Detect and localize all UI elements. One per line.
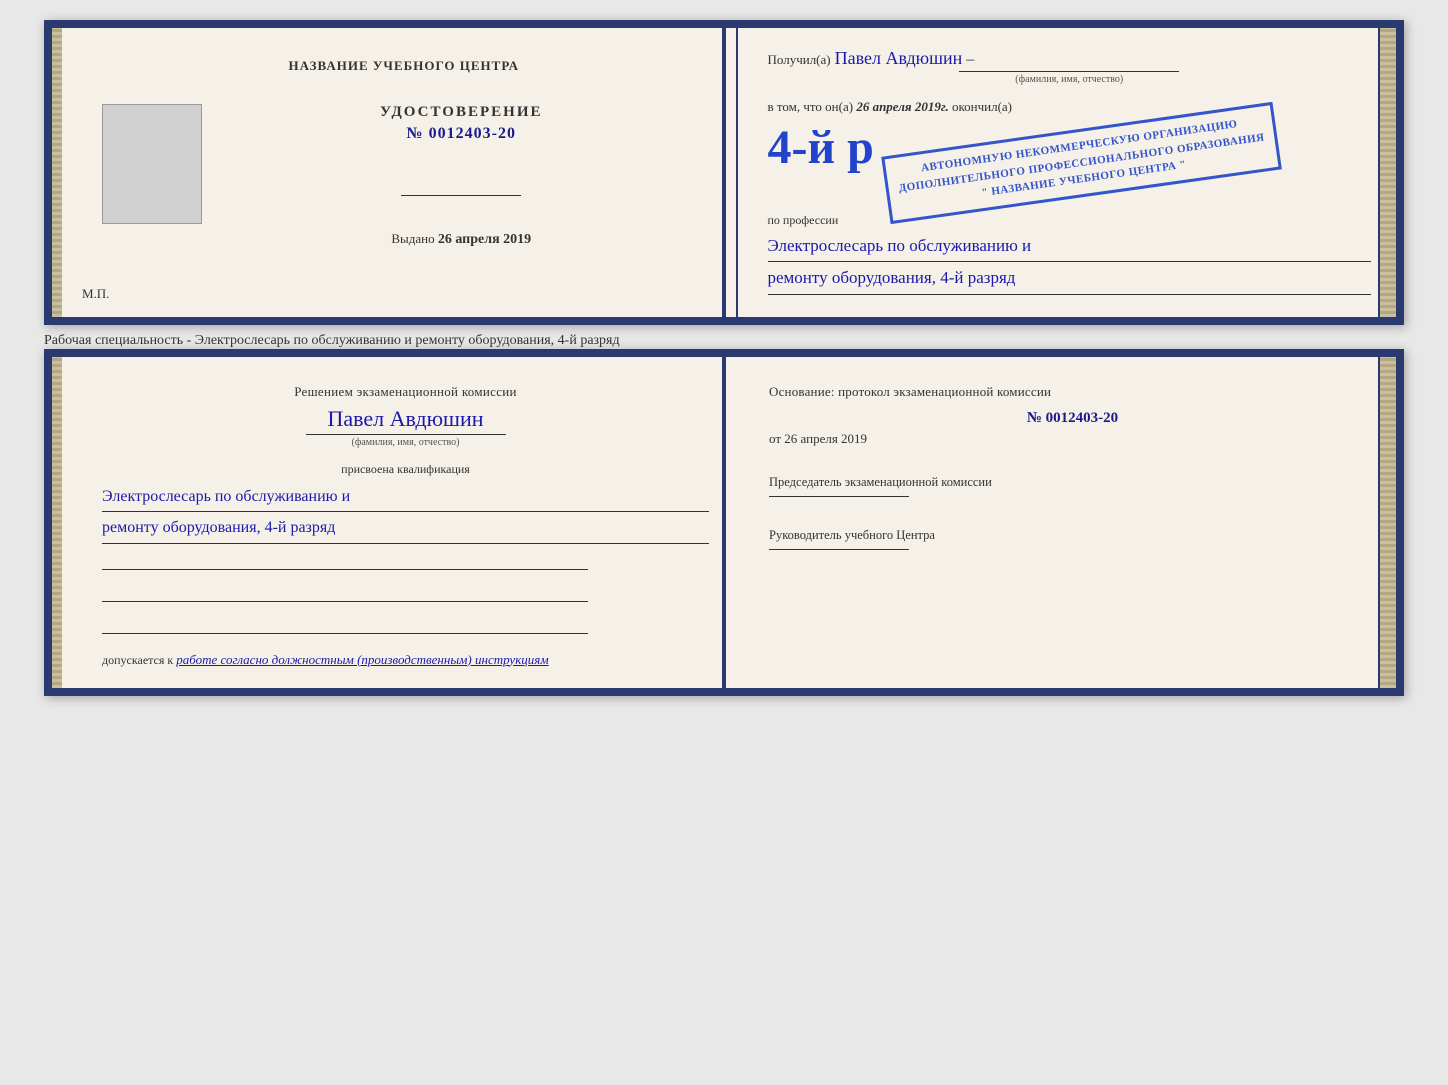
recipient-name: Павел Авдюшин: [835, 48, 963, 69]
recipient-line: Получил(а) Павел Авдюшин –: [768, 48, 1372, 69]
допускается-label: допускается к: [102, 653, 173, 667]
qual-line2: ремонту оборудования, 4-й разряд: [102, 514, 709, 543]
bottom-certificate: Решением экзаменационной комиссии Павел …: [44, 349, 1404, 696]
bottom-right-spine: [1378, 357, 1396, 688]
specialty-label: Рабочая специальность - Электрослесарь п…: [44, 325, 1404, 349]
director-title: Руководитель учебного Центра: [769, 526, 1376, 545]
po-professii-label: по профессии: [768, 213, 1372, 228]
blank-line-3: [102, 618, 588, 634]
issued-label: Выдано: [391, 231, 434, 246]
bottom-left-page: Решением экзаменационной комиссии Павел …: [52, 357, 739, 688]
work-desc: работе согласно должностным (производств…: [176, 652, 548, 667]
issued-date: 26 апреля 2019: [438, 232, 531, 247]
ot-prefix: от: [769, 431, 781, 446]
bottom-date-value: 26 апреля 2019: [784, 431, 867, 446]
profession-line1: Электрослесарь по обслуживанию и: [768, 232, 1372, 262]
received-label: Получил(а): [768, 52, 831, 68]
bottom-number-value: 0012403-20: [1046, 410, 1119, 426]
stamp-overlay: АВТОНОМНУЮ НЕКОММЕРЧЕСКУЮ ОРГАНИЗАЦИЮ ДО…: [881, 102, 1282, 224]
mp-label: М.П.: [82, 286, 109, 302]
signature-line-left: [401, 195, 521, 196]
vtomchto-block: в том, что он(а) 26 апреля 2019г. окончи…: [768, 97, 1372, 118]
top-certificate: НАЗВАНИЕ УЧЕБНОГО ЦЕНТРА УДОСТОВЕРЕНИЕ №…: [44, 20, 1404, 325]
cert-number: № 0012403-20: [407, 125, 516, 143]
bottom-left-spine: [52, 357, 62, 688]
v-tom-chto: в том, что он(а): [768, 99, 854, 114]
cert-date-italic: 26 апреля 2019г.: [856, 99, 948, 114]
cert-number-prefix: №: [407, 125, 424, 142]
okonchil-label: окончил(а): [952, 99, 1012, 114]
osnov-label: Основание: протокол экзаменационной коми…: [769, 382, 1376, 403]
cert-number-value: 0012403-20: [429, 125, 516, 142]
bottom-number-prefix: №: [1027, 410, 1042, 426]
bottom-fio-hint: (фамилия, имя, отчество): [306, 434, 506, 448]
grade-badge: 4-й р: [768, 124, 874, 172]
prisvoena-label: присвоена квалификация: [102, 462, 709, 477]
photo-placeholder: [102, 104, 202, 224]
bottom-date: от 26 апреля 2019: [769, 431, 1376, 447]
issued-date-line: Выдано 26 апреля 2019: [391, 231, 531, 248]
bottom-recipient-name: Павел Авдюшин: [102, 406, 709, 432]
exam-commission-heading: Решением экзаменационной комиссии: [102, 382, 709, 402]
chairman-title: Председатель экзаменационной комиссии: [769, 473, 1376, 492]
fio-hint-top: (фамилия, имя, отчество): [959, 71, 1179, 85]
chairman-section: Председатель экзаменационной комиссии: [769, 473, 1376, 514]
cert-school-name: НАЗВАНИЕ УЧЕБНОГО ЦЕНТРА: [288, 58, 519, 74]
director-sig-line: [769, 549, 909, 550]
bottom-right-page: Основание: протокол экзаменационной коми…: [739, 357, 1396, 688]
допускается-block: допускается к работе согласно должностны…: [102, 652, 709, 668]
right-spine: [1378, 28, 1396, 317]
profession-line2: ремонту оборудования, 4-й разряд: [768, 264, 1372, 294]
blank-line-2: [102, 586, 588, 602]
director-section: Руководитель учебного Центра: [769, 526, 1376, 567]
bottom-number: № 0012403-20: [769, 410, 1376, 427]
cert-right-page: Получил(а) Павел Авдюшин – (фамилия, имя…: [738, 28, 1397, 317]
qual-line1: Электрослесарь по обслуживанию и: [102, 483, 709, 512]
dash: –: [966, 51, 974, 69]
blank-line-1: [102, 554, 588, 570]
cert-left-page: НАЗВАНИЕ УЧЕБНОГО ЦЕНТРА УДОСТОВЕРЕНИЕ №…: [52, 28, 738, 317]
chairman-sig-line: [769, 496, 909, 497]
cert-type-label: УДОСТОВЕРЕНИЕ: [380, 104, 543, 121]
